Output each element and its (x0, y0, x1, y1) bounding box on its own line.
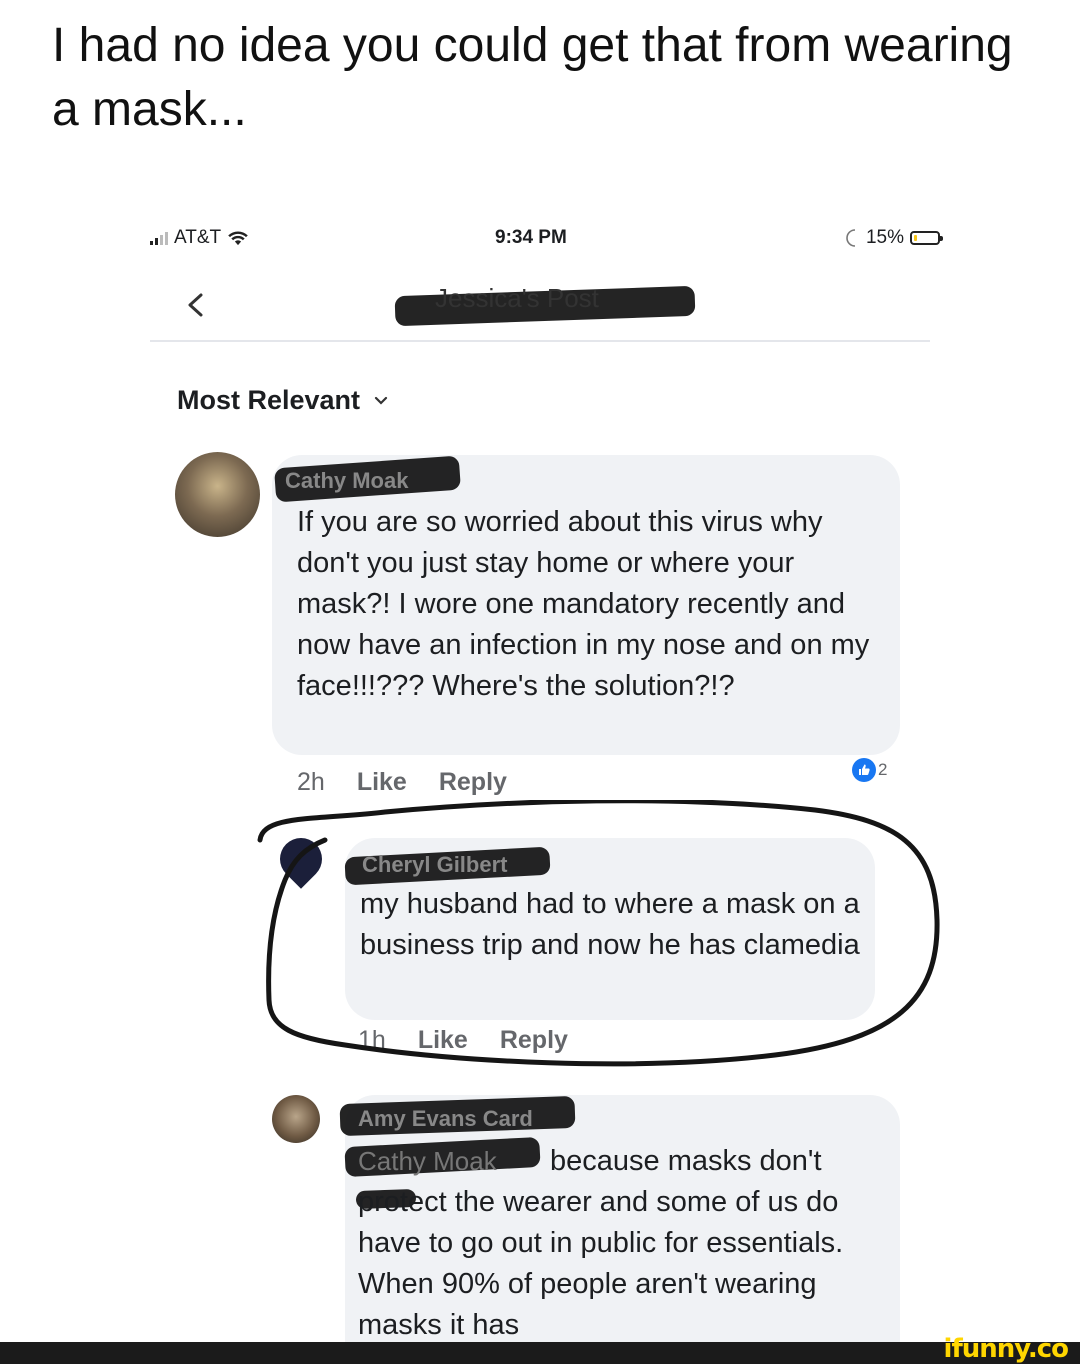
signal-icon (150, 231, 168, 245)
mention-link[interactable]: Cathy Moak (358, 1141, 497, 1182)
comment-actions: 2h Like Reply (297, 768, 507, 797)
avatar[interactable] (175, 452, 260, 537)
comment-author[interactable]: Amy Evans Card (358, 1106, 533, 1132)
sort-dropdown[interactable]: Most Relevant (177, 385, 388, 416)
reply-button[interactable]: Reply (500, 1026, 568, 1055)
carrier-label: AT&T (174, 227, 222, 248)
reaction-count[interactable]: 2 (852, 758, 887, 782)
like-button[interactable]: Like (418, 1026, 468, 1055)
comment-author[interactable]: Cathy Moak (285, 468, 408, 494)
nav-divider (150, 340, 930, 342)
wifi-icon (228, 231, 248, 246)
clock: 9:34 PM (495, 227, 567, 248)
post-title: Jessica's Post (435, 283, 599, 313)
reply-button[interactable]: Reply (439, 768, 507, 797)
comment-text: Cathy Moak because masks don't protect th… (358, 1141, 888, 1346)
comment-text: If you are so worried about this virus w… (297, 506, 870, 702)
meme-caption: I had no idea you could get that from we… (52, 19, 1013, 136)
like-button[interactable]: Like (357, 768, 407, 797)
avatar[interactable] (272, 1095, 320, 1143)
comment-actions: 1h Like Reply (358, 1026, 568, 1055)
thumbs-up-icon (852, 758, 876, 782)
comment-time: 2h (297, 768, 325, 796)
avatar[interactable] (271, 829, 331, 889)
status-bar: AT&T 9:34 PM 15% (150, 225, 943, 255)
nav-bar: Jessica's Post (150, 275, 930, 335)
footer-bar (0, 1342, 1080, 1364)
battery-icon (910, 231, 943, 245)
comment-author[interactable]: Cheryl Gilbert (362, 852, 507, 878)
comment-time: 1h (358, 1026, 386, 1054)
comment-text: my husband had to where a mask on a busi… (360, 888, 860, 961)
back-arrow-icon[interactable] (175, 285, 215, 325)
battery-percent: 15% (865, 227, 904, 248)
ifunny-watermark: ifunny.co (943, 1334, 1069, 1364)
sort-label: Most Relevant (177, 385, 361, 415)
reaction-number: 2 (878, 760, 888, 779)
moon-icon (846, 229, 856, 247)
chevron-down-icon (374, 396, 388, 405)
